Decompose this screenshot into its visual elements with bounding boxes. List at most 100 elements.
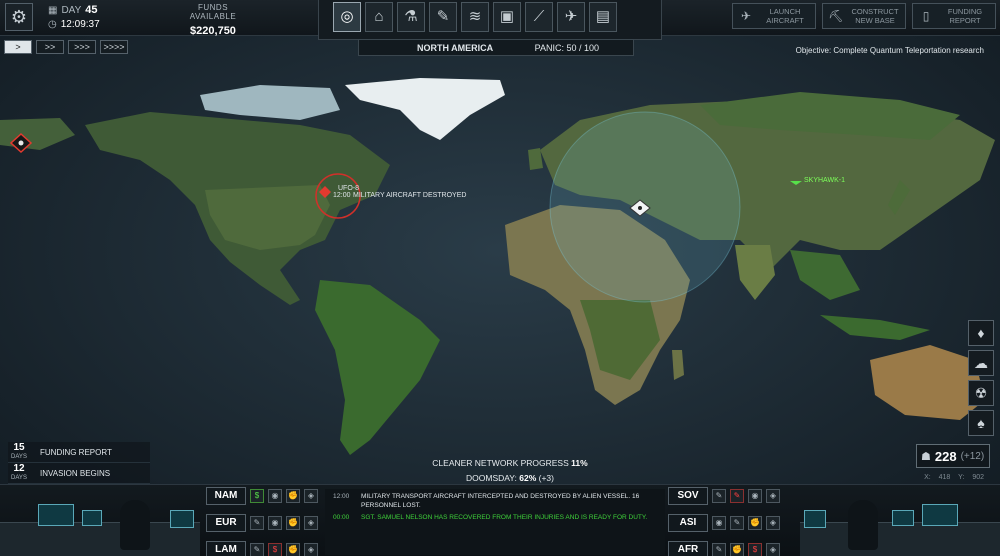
region-row[interactable]: EUR ✎ ◉ ✊ ◈ [206, 512, 318, 534]
fist-icon: ✊ [286, 543, 300, 556]
funding-report-label: FUNDING REPORT [947, 7, 983, 25]
event-days: 12 [13, 462, 25, 474]
cleaner-label: CLEANER NETWORK PROGRESS [432, 458, 569, 468]
date-time: ▦ DAY 45 ◷ 12:09:37 [48, 3, 100, 31]
clock-icon: ◷ [48, 18, 57, 30]
report-icon: ▯ [922, 9, 930, 23]
shield-icon: ◈ [766, 489, 780, 503]
base-facilities-icon[interactable]: ▣ [493, 2, 521, 32]
region-row[interactable]: SOV ✎ ✎ ◉ ◈ [668, 485, 780, 507]
funds-value: $220,750 [190, 25, 236, 37]
cleaner-value: 11% [571, 458, 588, 468]
time-speed-controls: > >> >>> >>>> [4, 40, 128, 54]
panic-readout: PANIC: 50 / 100 [535, 43, 599, 53]
event-item[interactable]: 15 DAYS FUNDING REPORT [8, 442, 150, 463]
funds-display: FUNDS AVAILABLE $220,750 [178, 3, 248, 37]
wrench-icon: ✎ [712, 543, 726, 556]
top-bar: ⚙ ▦ DAY 45 ◷ 12:09:37 FUNDS AVAILABLE $220,… [0, 0, 1000, 40]
log-message: SGT. SAMUEL NELSON HAS RECOVERED FROM TH… [361, 514, 648, 521]
construct-base-label: CONSTRUCT NEW BASE [851, 7, 899, 25]
log-entry: 12:00 MILITARY TRANSPORT AIRCRAFT INTERC… [333, 492, 657, 510]
doomsday-progress: CLEANER NETWORK PROGRESS 11% DOOMSDAY: 6… [410, 456, 610, 486]
event-item[interactable]: 12 DAYS INVASION BEGINS [8, 463, 150, 484]
region-code[interactable]: AFR [668, 541, 708, 556]
cloud-icon[interactable]: ☁ [968, 350, 994, 376]
eye-icon: ◉ [268, 489, 282, 503]
panic-label: PANIC: [534, 42, 564, 53]
speed-1-button[interactable]: > [4, 40, 32, 54]
eye-icon: ◉ [712, 516, 726, 530]
left-operator-station [0, 490, 200, 556]
region-code[interactable]: EUR [206, 514, 246, 532]
region-name: NORTH AMERICA [417, 42, 494, 53]
fist-icon: ✊ [748, 516, 762, 530]
event-name: INVASION BEGINS [40, 468, 111, 478]
ufo-time: 12:00 [333, 192, 351, 199]
resource-counter[interactable]: ☗ 228 (+12) [916, 444, 990, 468]
regions-left: NAM $ ◉ ✊ ◈ EUR ✎ ◉ ✊ ◈ LAM ✎ $ ✊ ◈ [206, 485, 318, 556]
shield-icon: ◈ [304, 489, 318, 503]
funding-icon: $ [268, 543, 282, 556]
wrench-icon: ✎ [730, 489, 744, 503]
launch-aircraft-button[interactable]: ✈ LAUNCH AIRCRAFT [732, 3, 816, 29]
event-days-unit: DAYS [11, 453, 27, 460]
event-name: FUNDING REPORT [40, 447, 112, 457]
construct-base-button[interactable]: ⛏ CONSTRUCT NEW BASE [822, 3, 906, 29]
barracks-icon[interactable]: ≋ [461, 2, 489, 32]
crystal-icon[interactable]: ♦ [968, 320, 994, 346]
launch-aircraft-label: LAUNCH AIRCRAFT [766, 7, 804, 25]
day-label: DAY [61, 4, 82, 16]
region-row[interactable]: ASI ◉ ✎ ✊ ◈ [668, 512, 780, 534]
region-code[interactable]: NAM [206, 487, 246, 505]
operator-silhouette [848, 500, 878, 550]
doomsday-delta: (+3) [538, 473, 554, 483]
radiation-icon[interactable]: ☢ [968, 380, 994, 406]
speed-2-button[interactable]: >> [36, 40, 64, 54]
chevron-badge-icon: ☗ [921, 450, 931, 463]
research-icon[interactable]: ⚗ [397, 2, 425, 32]
region-row[interactable]: NAM $ ◉ ✊ ◈ [206, 485, 318, 507]
resource-delta: (+12) [960, 450, 985, 462]
engineering-icon[interactable]: ✎ [429, 2, 457, 32]
speed-3-button[interactable]: >>> [68, 40, 96, 54]
console-screen [38, 504, 74, 526]
event-log: 12:00 MILITARY TRANSPORT AIRCRAFT INTERC… [325, 489, 665, 555]
doomsday-value: 62% [519, 473, 537, 483]
console-desk [800, 522, 1000, 556]
log-time: 12:00 [333, 493, 350, 500]
funding-report-button[interactable]: ▯ FUNDING REPORT [912, 3, 996, 29]
settings-gear-icon[interactable]: ⚙ [5, 3, 33, 31]
aircraft-icon[interactable]: ✈ [557, 2, 585, 32]
funding-icon: $ [250, 489, 264, 503]
alien-activity-icons: ♦ ☁ ☢ ♠ [968, 320, 994, 436]
hangar-icon[interactable]: ⌂ [365, 2, 393, 32]
geoscape-globe-icon[interactable]: ◎ [333, 2, 361, 32]
resource-value: 228 [934, 448, 957, 464]
event-days-unit: DAYS [11, 474, 27, 481]
region-code[interactable]: SOV [668, 487, 708, 505]
archive-icon[interactable]: ▤ [589, 2, 617, 32]
shield-icon: ◈ [766, 516, 780, 530]
mushroom-cloud-icon[interactable]: ♠ [968, 410, 994, 436]
aircraft-label: SKYHAWK-1 [804, 177, 845, 184]
region-code[interactable]: ASI [668, 514, 708, 532]
region-row[interactable]: AFR ✎ ✊ $ ◈ [668, 539, 780, 556]
console-screen [82, 510, 102, 526]
region-code[interactable]: LAM [206, 541, 246, 556]
operator-silhouette [120, 500, 150, 550]
base-marker-core [638, 206, 642, 210]
region-row[interactable]: LAM ✎ $ ✊ ◈ [206, 539, 318, 556]
speed-4-button[interactable]: >>>> [100, 40, 128, 54]
shield-icon: ◈ [304, 543, 318, 556]
wrench-icon: ✎ [730, 516, 744, 530]
funds-label: FUNDS AVAILABLE [189, 3, 237, 21]
weapons-icon[interactable]: ⟋ [525, 2, 553, 32]
bulldozer-icon: ⛏ [828, 9, 844, 23]
wrench-icon: ✎ [250, 516, 264, 530]
coord-x: X: 418 [924, 474, 951, 481]
fist-icon: ✊ [286, 489, 300, 503]
cursor-coordinates: X: 418 Y: 902 [924, 474, 984, 481]
console-screen [922, 504, 958, 526]
right-operator-station [800, 490, 1000, 556]
console-screen [170, 510, 194, 528]
